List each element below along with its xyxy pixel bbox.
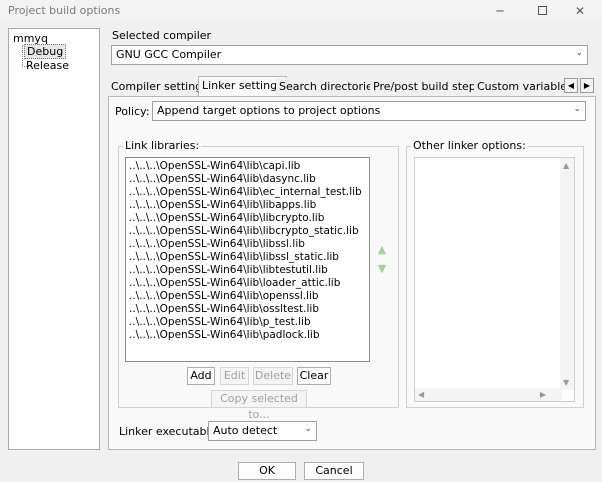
link-libraries-title: Link libraries: <box>123 139 202 152</box>
cancel-button[interactable]: Cancel <box>304 462 364 480</box>
list-item[interactable]: ..\..\..\OpenSSL-Win64\lib\libapps.lib <box>129 199 316 212</box>
policy-select[interactable]: Append target options to project options… <box>152 101 586 121</box>
tab-scroll-right-button[interactable]: ▶ <box>580 78 594 93</box>
move-down-button[interactable]: ▼ <box>376 263 388 275</box>
tab-search-directories[interactable]: Search directories <box>276 78 382 96</box>
compiler-select[interactable]: GNU GCC Compiler ⌄ <box>111 45 588 65</box>
edit-button[interactable]: Edit <box>220 367 249 385</box>
scroll-right-icon[interactable]: ▶ <box>540 390 546 399</box>
linker-executable-value: Auto detect <box>213 424 278 437</box>
tree-item-debug[interactable]: Debug <box>24 44 67 59</box>
clear-button[interactable]: Clear <box>297 367 331 385</box>
minimize-icon: ─ <box>496 4 504 18</box>
linker-executable-select[interactable]: Auto detect ⌄ <box>208 421 317 441</box>
tab-pre-post-build-steps[interactable]: Pre/post build steps <box>370 78 485 96</box>
tab-bar: Compiler settings Linker settings Search… <box>108 76 596 97</box>
tab-custom-variables[interactable]: Custom variables <box>474 78 576 96</box>
list-item[interactable]: ..\..\..\OpenSSL-Win64\lib\ec_internal_t… <box>129 186 362 199</box>
arrow-down-icon: ▼ <box>377 262 387 275</box>
footer-bar <box>0 454 602 482</box>
tab-linker-settings[interactable]: Linker settings <box>198 76 287 97</box>
tree-item-release[interactable]: Release <box>26 59 69 72</box>
list-item[interactable]: ..\..\..\OpenSSL-Win64\lib\libssl_static… <box>129 251 339 264</box>
ok-button[interactable]: OK <box>238 462 296 480</box>
list-item[interactable]: ..\..\..\OpenSSL-Win64\lib\p_test.lib <box>129 316 311 329</box>
chevron-left-icon: ◀ <box>567 81 575 90</box>
tab-compiler-settings[interactable]: Compiler settings <box>108 78 211 96</box>
maximize-button[interactable] <box>524 0 560 22</box>
list-item[interactable]: ..\..\..\OpenSSL-Win64\lib\libssl.lib <box>129 238 305 251</box>
add-button[interactable]: Add <box>187 367 215 385</box>
chevron-down-icon: ⌄ <box>573 104 581 114</box>
list-item[interactable]: ..\..\..\OpenSSL-Win64\lib\ossltest.lib <box>129 303 319 316</box>
maximize-icon <box>537 6 547 15</box>
list-item[interactable]: ..\..\..\OpenSSL-Win64\lib\dasync.lib <box>129 173 316 186</box>
tab-scroll-left-button[interactable]: ◀ <box>564 78 578 93</box>
delete-button[interactable]: Delete <box>253 367 293 385</box>
other-linker-options-title: Other linker options: <box>411 139 528 152</box>
list-item[interactable]: ..\..\..\OpenSSL-Win64\lib\openssl.lib <box>129 290 319 303</box>
policy-label: Policy: <box>115 105 150 118</box>
link-libraries-list[interactable]: ..\..\..\OpenSSL-Win64\lib\capi.lib ..\.… <box>125 157 370 362</box>
horizontal-scrollbar[interactable]: ◀ ▶ <box>415 388 562 401</box>
window-title: Project build options <box>8 4 121 17</box>
move-up-button[interactable]: ▲ <box>376 244 388 256</box>
minimize-button[interactable]: ─ <box>482 0 518 22</box>
chevron-right-icon: ▶ <box>583 81 591 90</box>
selected-compiler-label: Selected compiler <box>112 29 212 42</box>
policy-value: Append target options to project options <box>157 104 381 117</box>
chevron-down-icon: ⌄ <box>575 48 583 58</box>
chevron-down-icon: ⌄ <box>304 424 312 434</box>
target-tree[interactable]: mmyq Debug Release <box>8 28 100 450</box>
list-item[interactable]: ..\..\..\OpenSSL-Win64\lib\libtestutil.l… <box>129 264 328 277</box>
list-item[interactable]: ..\..\..\OpenSSL-Win64\lib\loader_attic.… <box>129 277 340 290</box>
linker-executable-label: Linker executable: <box>119 425 221 438</box>
list-item[interactable]: ..\..\..\OpenSSL-Win64\lib\libcrypto_sta… <box>129 225 359 238</box>
other-linker-options-textarea[interactable]: ▲ ▼ ◀ ▶ <box>414 157 575 402</box>
scroll-up-icon[interactable]: ▲ <box>563 161 569 170</box>
scroll-left-icon[interactable]: ◀ <box>418 390 424 399</box>
list-item[interactable]: ..\..\..\OpenSSL-Win64\lib\padlock.lib <box>129 329 320 342</box>
title-bar: Project build options ─ ✕ <box>0 0 602 22</box>
arrow-up-icon: ▲ <box>377 243 387 256</box>
scroll-down-icon[interactable]: ▼ <box>563 378 569 387</box>
copy-selected-button[interactable]: Copy selected to... <box>211 390 307 421</box>
close-button[interactable]: ✕ <box>562 0 598 22</box>
compiler-value: GNU GCC Compiler <box>116 48 222 61</box>
list-item[interactable]: ..\..\..\OpenSSL-Win64\lib\libcrypto.lib <box>129 212 324 225</box>
vertical-scrollbar[interactable]: ▲ ▼ <box>560 158 574 390</box>
tree-connector <box>22 45 23 67</box>
close-icon: ✕ <box>574 4 586 18</box>
list-item[interactable]: ..\..\..\OpenSSL-Win64\lib\capi.lib <box>129 160 300 173</box>
